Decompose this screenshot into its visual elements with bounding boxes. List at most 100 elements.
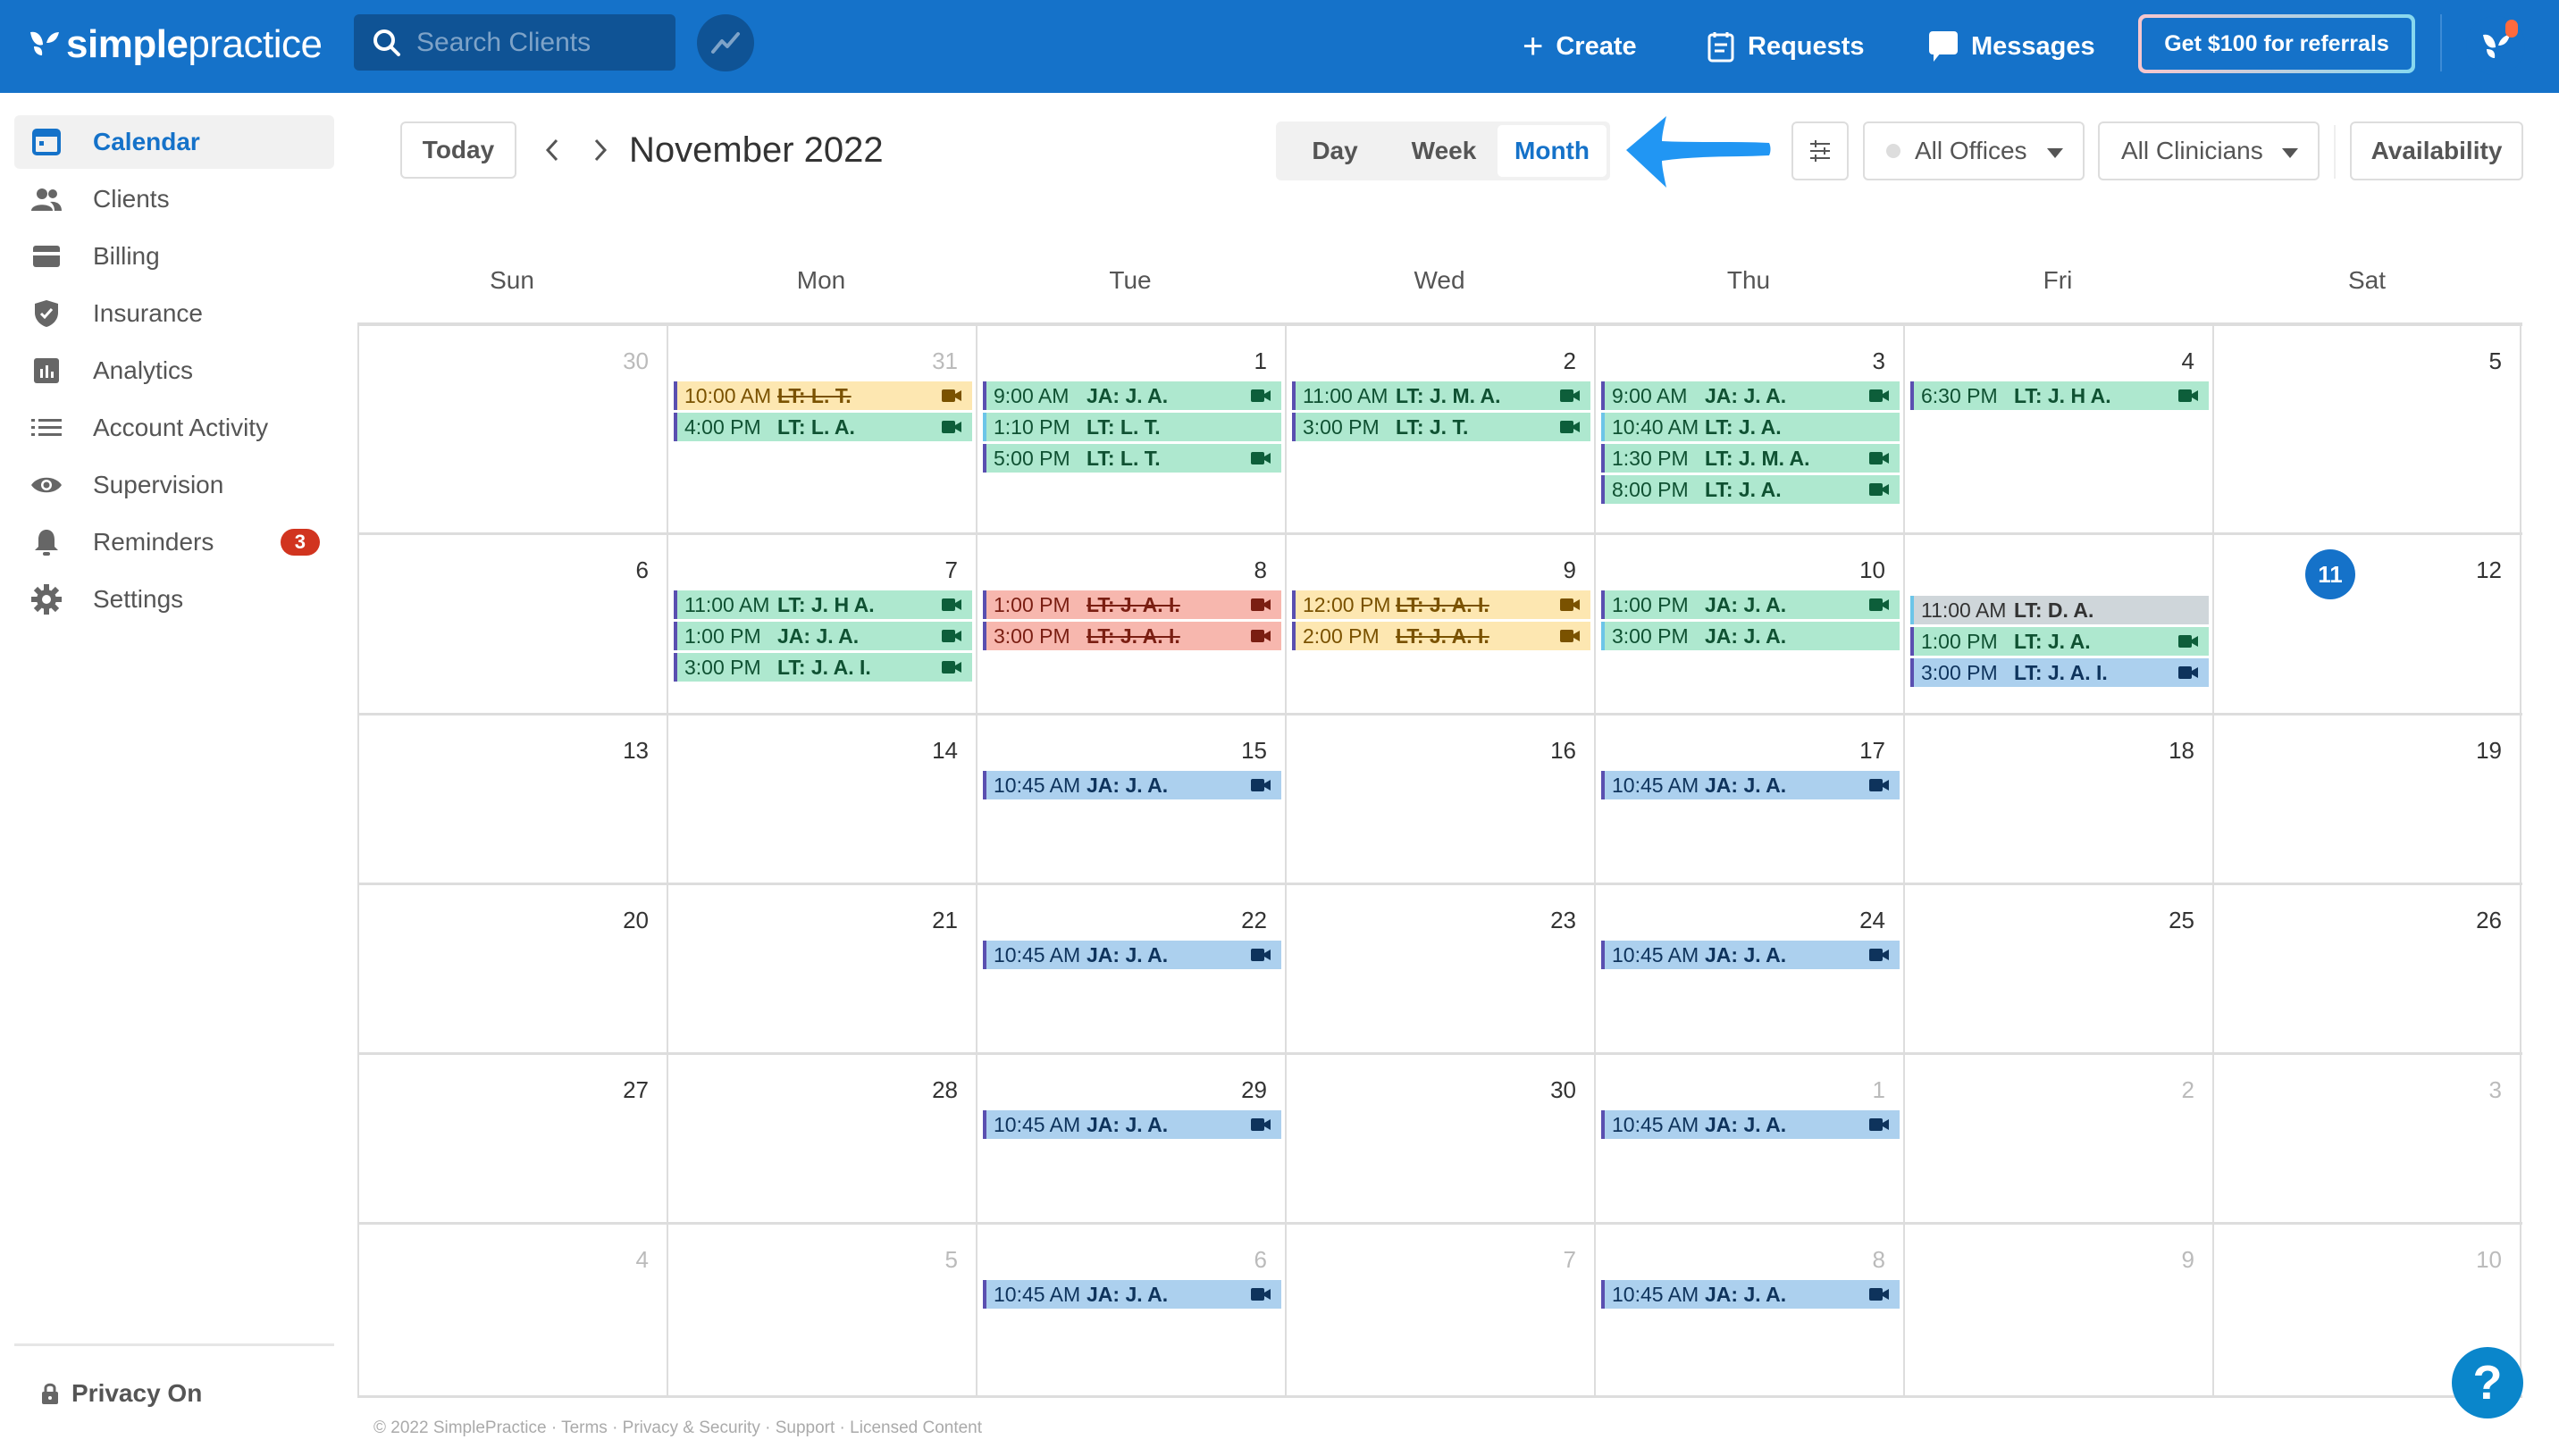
day-number[interactable]: 20 [623, 907, 649, 934]
day-number[interactable]: 4 [2182, 347, 2194, 375]
day-cell[interactable]: 18 [1903, 715, 2212, 883]
day-number[interactable]: 13 [623, 737, 649, 765]
day-number[interactable]: 4 [636, 1246, 649, 1274]
insights-button[interactable] [697, 14, 754, 71]
day-number[interactable]: 1 [1254, 347, 1267, 375]
day-number[interactable]: 3 [1873, 347, 1885, 375]
day-number[interactable]: 17 [1859, 737, 1885, 765]
filter-settings-button[interactable] [1791, 121, 1849, 180]
appointment-event[interactable]: 1:00 PM LT: J. A. I. [983, 590, 1281, 619]
day-cell[interactable]: 9 [1903, 1225, 2212, 1395]
day-cell[interactable]: 19 [2212, 715, 2521, 883]
appointment-event[interactable]: 10:45 AM JA: J. A. [1601, 941, 1900, 969]
appointment-event[interactable]: 1:00 PM LT: J. A. [1910, 627, 2209, 656]
requests-link[interactable]: Requests [1707, 0, 1865, 93]
day-cell[interactable]: 30 [357, 326, 667, 532]
day-number[interactable]: 6 [636, 556, 649, 584]
appointment-event[interactable]: 3:00 PM LT: J. A. I. [1910, 658, 2209, 687]
offices-dropdown[interactable]: All Offices [1863, 121, 2085, 180]
day-cell[interactable]: 11 11:00 AM LT: D. A. 1:00 PM LT: J. A. 3:00 … [1903, 535, 2355, 713]
create-link[interactable]: + Create [1523, 0, 1637, 93]
day-number[interactable]: 5 [945, 1246, 958, 1274]
day-number[interactable]: 26 [2476, 907, 2502, 934]
sidebar-item-analytics[interactable]: Analytics [14, 344, 334, 397]
appointment-event[interactable]: 10:45 AM JA: J. A. [983, 1110, 1281, 1139]
search-clients-input[interactable] [416, 27, 667, 58]
availability-button[interactable]: Availability [2350, 121, 2523, 180]
appointment-event[interactable]: 9:00 AM JA: J. A. [983, 381, 1281, 410]
day-number[interactable]: 9 [1564, 556, 1576, 584]
day-cell[interactable]: 2 [1903, 1055, 2212, 1222]
search-clients-field[interactable] [354, 14, 675, 71]
privacy-toggle[interactable]: Privacy On [41, 1379, 202, 1408]
day-cell[interactable]: 30 [1285, 1055, 1594, 1222]
day-number[interactable]: 30 [623, 347, 649, 375]
appointment-event[interactable]: 10:40 AM LT: J. A. [1601, 413, 1900, 441]
appointment-event[interactable]: 2:00 PM LT: J. A. I. [1292, 622, 1590, 650]
day-number[interactable]: 28 [932, 1076, 958, 1104]
clinicians-dropdown[interactable]: All Clinicians [2098, 121, 2320, 180]
today-button[interactable]: Today [400, 121, 516, 179]
day-number[interactable]: 6 [1254, 1246, 1267, 1274]
day-cell[interactable]: 8 1:00 PM LT: J. A. I. 3:00 PM LT: J. A. I. [976, 535, 1285, 713]
day-cell[interactable]: 29 10:45 AM JA: J. A. [976, 1055, 1285, 1222]
referral-button[interactable]: Get $100 for referrals [2138, 14, 2415, 73]
day-cell[interactable]: 3 [2212, 1055, 2521, 1222]
day-cell[interactable]: 3 9:00 AM JA: J. A. 10:40 AM LT: J. A. 1:30 P… [1594, 326, 1903, 532]
appointment-event[interactable]: 8:00 PM LT: J. A. [1601, 475, 1900, 504]
day-cell[interactable]: 7 [1285, 1225, 1594, 1395]
appointment-event[interactable]: 10:45 AM JA: J. A. [1601, 1110, 1900, 1139]
day-cell[interactable]: 28 [667, 1055, 976, 1222]
sidebar-item-calendar[interactable]: Calendar [14, 115, 334, 169]
appointment-event[interactable]: 10:45 AM JA: J. A. [983, 941, 1281, 969]
appointment-event[interactable]: 11:00 AM LT: J. M. A. [1292, 381, 1590, 410]
appointment-event[interactable]: 11:00 AM LT: J. H A. [674, 590, 972, 619]
day-number[interactable]: 16 [1550, 737, 1576, 765]
day-cell[interactable]: 7 11:00 AM LT: J. H A. 1:00 PM JA: J. A. 3:00… [667, 535, 976, 713]
day-cell[interactable]: 5 [667, 1225, 976, 1395]
day-number[interactable]: 8 [1254, 556, 1267, 584]
day-cell[interactable]: 17 10:45 AM JA: J. A. [1594, 715, 1903, 883]
view-week-tab[interactable]: Week [1390, 125, 1498, 177]
day-number[interactable]: 3 [2489, 1076, 2502, 1104]
day-number[interactable]: 12 [2476, 556, 2502, 584]
appointment-event[interactable]: 12:00 PM LT: J. A. I. [1292, 590, 1590, 619]
sidebar-item-account-activity[interactable]: Account Activity [14, 401, 334, 455]
day-cell[interactable]: 21 [667, 885, 976, 1052]
day-cell[interactable]: 25 [1903, 885, 2212, 1052]
day-number[interactable]: 8 [1873, 1246, 1885, 1274]
appointment-event[interactable]: 3:00 PM JA: J. A. [1601, 622, 1900, 650]
appointment-event[interactable]: 4:00 PM LT: L. A. [674, 413, 972, 441]
day-number[interactable]: 7 [1564, 1246, 1576, 1274]
appointment-event[interactable]: 3:00 PM LT: J. A. I. [983, 622, 1281, 650]
appointment-event[interactable]: 5:00 PM LT: L. T. [983, 444, 1281, 473]
day-number[interactable]: 21 [932, 907, 958, 934]
day-cell[interactable]: 27 [357, 1055, 667, 1222]
day-cell[interactable]: 26 [2212, 885, 2521, 1052]
appointment-event[interactable]: 10:45 AM JA: J. A. [1601, 1280, 1900, 1309]
day-cell[interactable]: 22 10:45 AM JA: J. A. [976, 885, 1285, 1052]
day-cell[interactable]: 2 11:00 AM LT: J. M. A. 3:00 PM LT: J. T. [1285, 326, 1594, 532]
next-month-button[interactable] [583, 130, 618, 170]
day-cell[interactable]: 31 10:00 AM LT: L. T. 4:00 PM LT: L. A. [667, 326, 976, 532]
appointment-event[interactable]: 1:00 PM JA: J. A. [674, 622, 972, 650]
day-number[interactable]: 22 [1241, 907, 1267, 934]
day-number[interactable]: 18 [2169, 737, 2194, 765]
day-number[interactable]: 5 [2489, 347, 2502, 375]
help-button[interactable]: ? [2452, 1347, 2523, 1418]
day-cell[interactable]: 5 [2212, 326, 2521, 532]
day-number[interactable]: 9 [2182, 1246, 2194, 1274]
day-cell[interactable]: 1 9:00 AM JA: J. A. 1:10 PM LT: L. T. 5:00 PM… [976, 326, 1285, 532]
day-cell[interactable]: 9 12:00 PM LT: J. A. I. 2:00 PM LT: J. A. I. [1285, 535, 1594, 713]
day-number[interactable]: 29 [1241, 1076, 1267, 1104]
appointment-event[interactable]: 10:45 AM JA: J. A. [983, 771, 1281, 799]
appointment-event[interactable]: 1:00 PM JA: J. A. [1601, 590, 1900, 619]
day-number[interactable]: 10 [1859, 556, 1885, 584]
sidebar-item-reminders[interactable]: Reminders 3 [14, 515, 334, 569]
day-number[interactable]: 15 [1241, 737, 1267, 765]
view-month-tab[interactable]: Month [1498, 125, 1607, 177]
day-number[interactable]: 10 [2476, 1246, 2502, 1274]
day-number[interactable]: 2 [1564, 347, 1576, 375]
day-cell[interactable]: 16 [1285, 715, 1594, 883]
day-number[interactable]: 2 [2182, 1076, 2194, 1104]
